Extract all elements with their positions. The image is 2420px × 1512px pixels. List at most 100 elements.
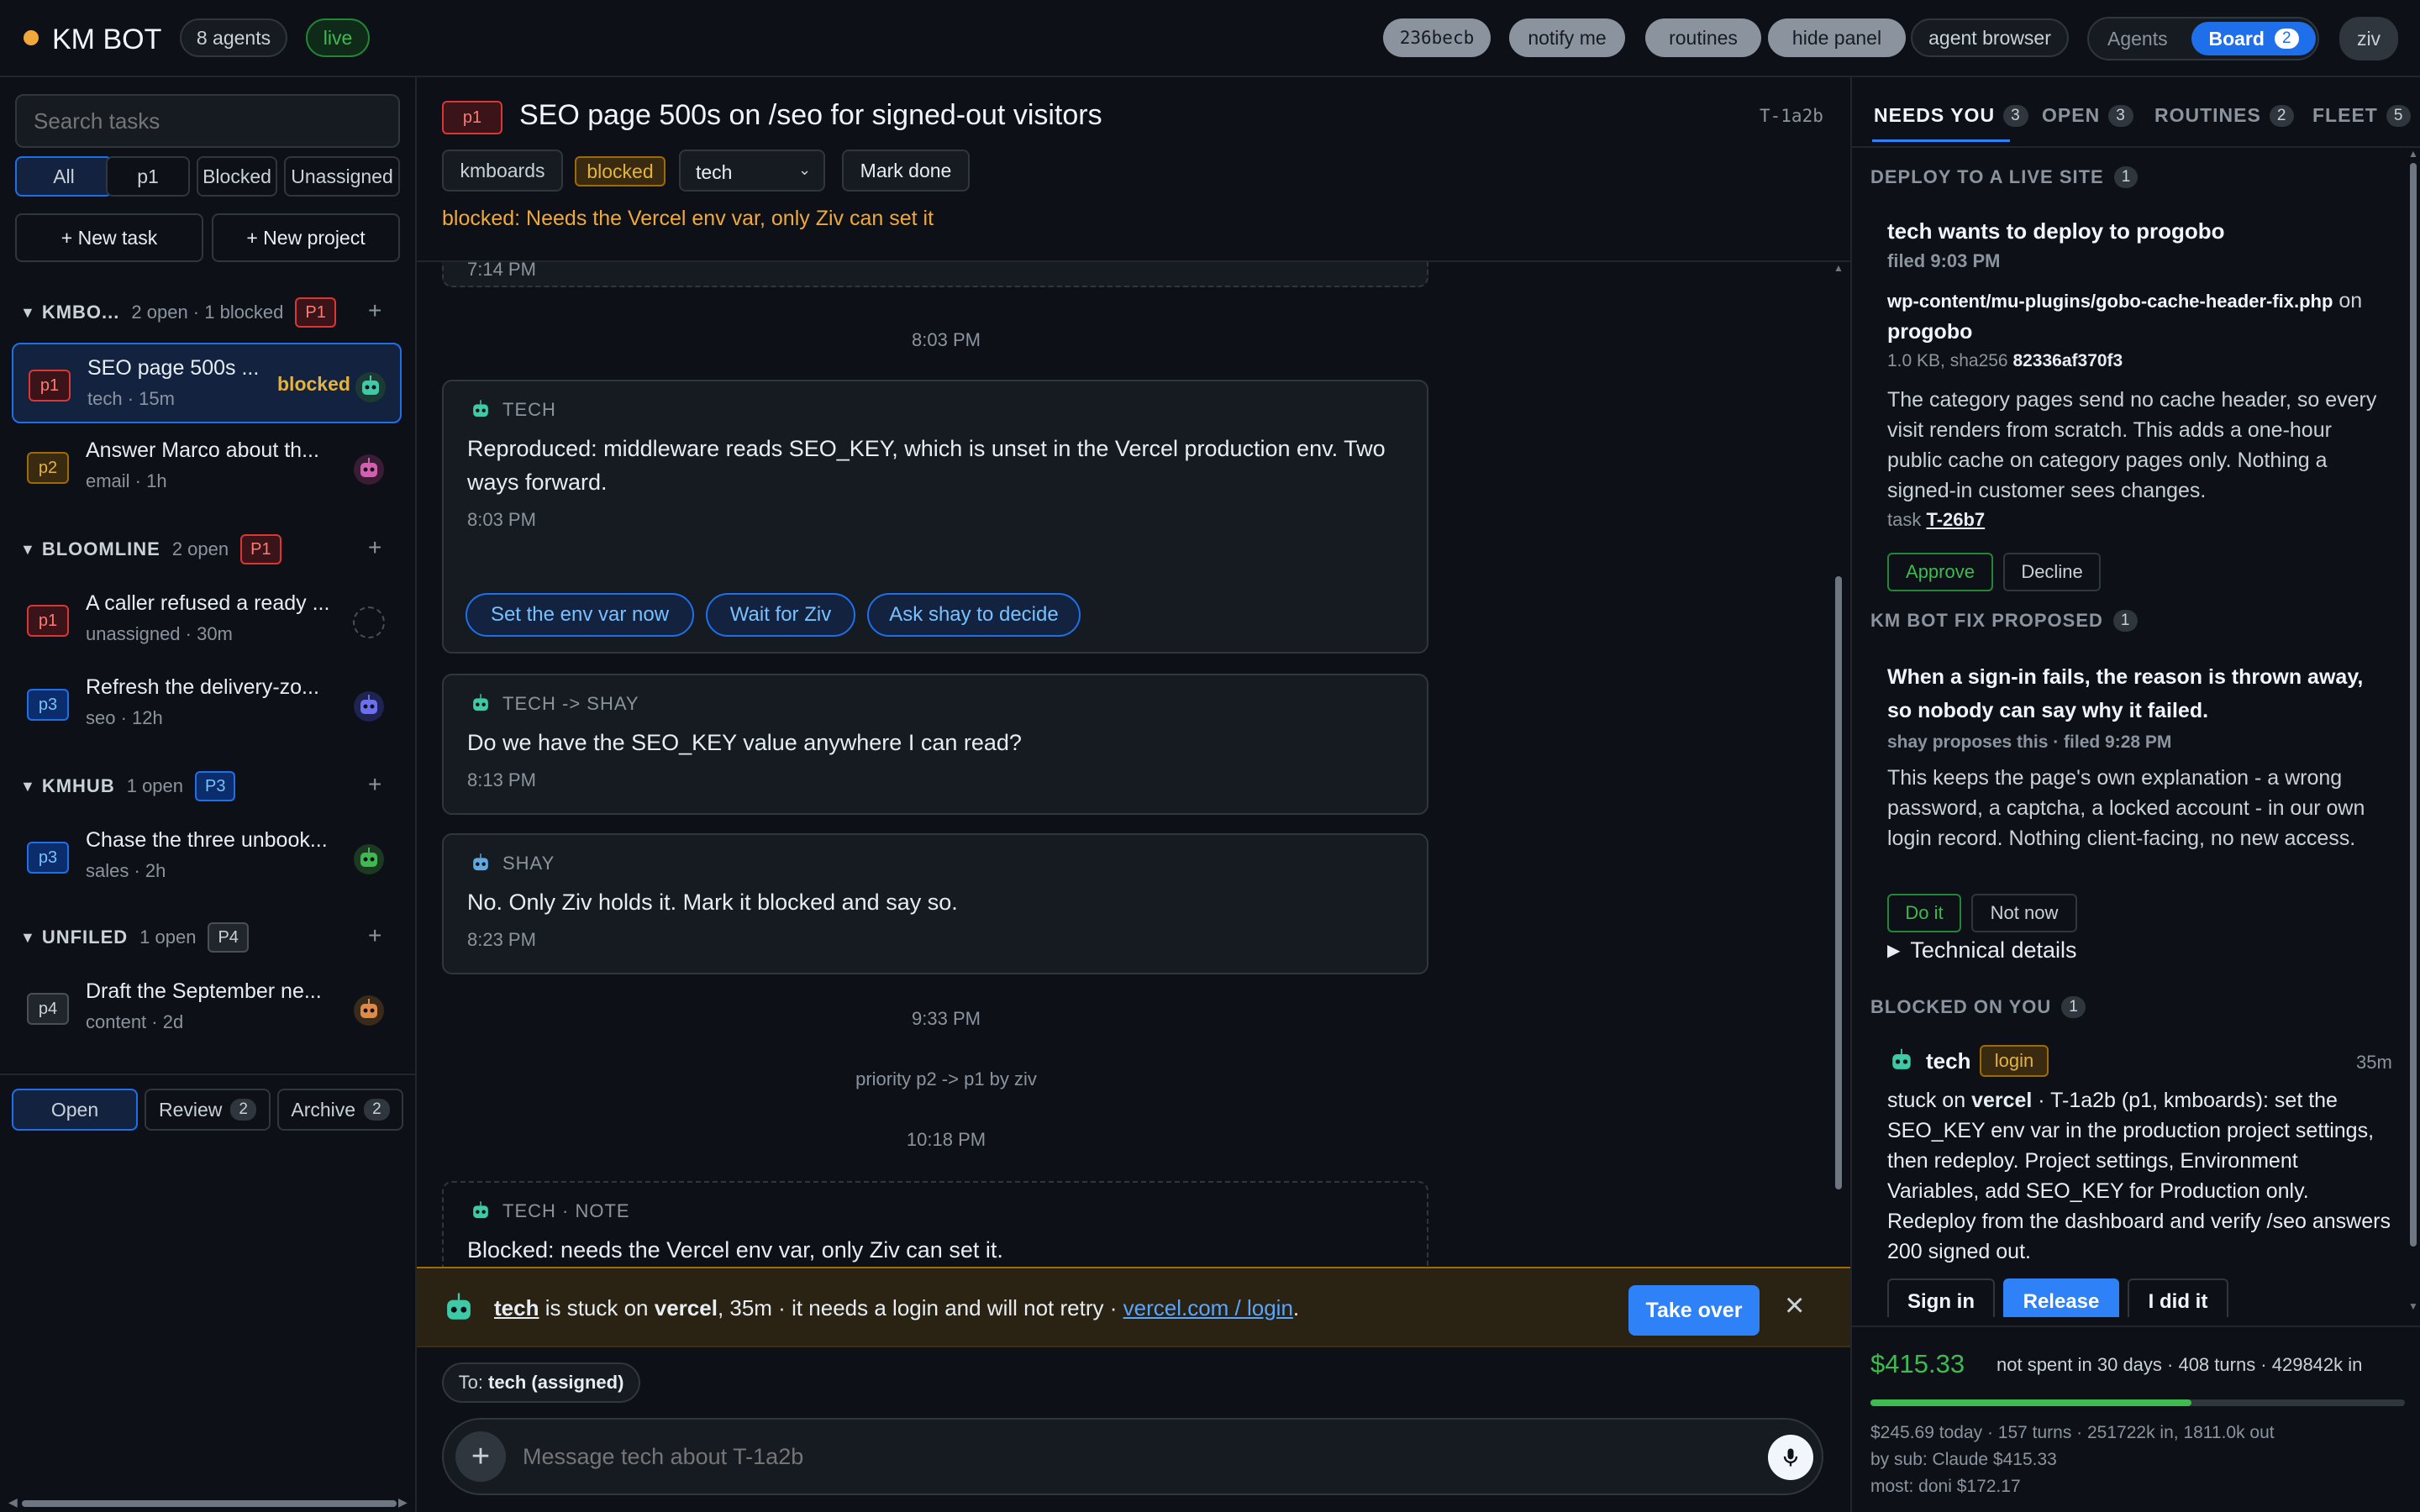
view-board-tab[interactable]: Board 2 xyxy=(2191,22,2316,55)
view-review-tab[interactable]: Review 2 xyxy=(145,1089,271,1131)
notify-me-button[interactable]: notify me xyxy=(1509,18,1625,57)
agents-count-pill[interactable]: 8 agents xyxy=(180,18,287,57)
assignee-select[interactable]: tech ⌄ xyxy=(679,150,825,192)
view-archive-tab[interactable]: Archive 2 xyxy=(277,1089,403,1131)
task-link[interactable]: T-26b7 xyxy=(1926,509,1985,530)
scroll-left-arrow[interactable]: ◀ xyxy=(8,1495,18,1509)
microphone-button[interactable] xyxy=(1768,1435,1813,1480)
task-id: T-1a2b xyxy=(1760,106,1823,126)
thread-scrollbar[interactable]: ▲ ▼ xyxy=(1832,262,1845,1346)
view-toggle: Agents Board 2 xyxy=(2087,17,2319,60)
composer-box: + xyxy=(442,1418,1823,1495)
new-task-button[interactable]: + New task xyxy=(15,213,203,262)
filter-all[interactable]: All xyxy=(15,156,113,197)
tab-open[interactable]: OPEN 3 xyxy=(2042,104,2133,127)
panel-scrollbar[interactable]: ▲ ▼ xyxy=(2407,148,2420,1317)
mark-done-button[interactable]: Mark done xyxy=(842,150,970,192)
section-count: 1 xyxy=(2113,166,2139,188)
message-tech-to-shay: TECH -> SHAY Do we have the SEO_KEY valu… xyxy=(442,674,1428,815)
project-group-header[interactable]: ▼ BLOOMLINE 2 open P1 xyxy=(20,533,281,566)
task-title: Refresh the delivery-zo... xyxy=(86,675,319,699)
tab-count: 5 xyxy=(2386,104,2412,127)
status-badge[interactable]: blocked xyxy=(575,156,666,186)
task-item[interactable]: p3 Chase the three unbook... sales · 2h xyxy=(12,816,402,897)
add-task-icon[interactable]: + xyxy=(368,297,381,324)
group-name: UNFILED xyxy=(41,927,129,948)
choice-set-env-var-button[interactable]: Set the env var now xyxy=(466,593,694,637)
choice-ask-shay-button[interactable]: Ask shay to decide xyxy=(867,593,1081,637)
do-it-button[interactable]: Do it xyxy=(1887,894,1961,932)
scroll-thumb[interactable] xyxy=(22,1500,397,1507)
hide-panel-button[interactable]: hide panel xyxy=(1768,18,1906,57)
section-title: KM BOT FIX PROPOSED xyxy=(1870,610,2103,631)
task-item[interactable]: p1 A caller refused a ready ... unassign… xyxy=(12,580,402,660)
task-item[interactable]: p4 Draft the September ne... content · 2… xyxy=(12,968,402,1048)
tab-count: 2 xyxy=(2269,104,2295,127)
chevron-down-icon: ⌄ xyxy=(798,161,812,178)
new-project-button[interactable]: + New project xyxy=(212,213,400,262)
scroll-thumb[interactable] xyxy=(2410,163,2417,1247)
time-divider: 8:03 PM xyxy=(912,329,981,350)
tab-count: 3 xyxy=(2108,104,2133,127)
release-button[interactable]: Release xyxy=(2003,1278,2119,1317)
i-did-it-button[interactable]: I did it xyxy=(2128,1278,2228,1317)
deploy-target: wp-content/mu-plugins/gobo-cache-header-… xyxy=(1887,286,2408,347)
message-input[interactable] xyxy=(523,1433,1699,1480)
tab-needs-you[interactable]: NEEDS YOU 3 xyxy=(1874,104,2028,127)
task-item-selected[interactable]: p1 SEO page 500s ... tech · 15m blocked xyxy=(12,343,402,423)
view-agents-tab[interactable]: Agents xyxy=(2107,28,2168,50)
project-chip[interactable]: kmboards xyxy=(442,150,563,192)
caret-down-icon: ▼ xyxy=(20,777,35,795)
message-shay: SHAY No. Only Ziv holds it. Mark it bloc… xyxy=(442,833,1428,974)
project-group-header[interactable]: ▼ KMHUB 1 open P3 xyxy=(20,769,236,803)
filter-blocked[interactable]: Blocked xyxy=(197,156,277,197)
not-now-button[interactable]: Not now xyxy=(1971,894,2077,932)
close-banner-icon[interactable]: × xyxy=(1785,1287,1804,1325)
scroll-thumb[interactable] xyxy=(1835,576,1842,1189)
view-board-label: Board xyxy=(2208,27,2265,50)
technical-details-toggle[interactable]: ▶ Technical details xyxy=(1887,937,2077,963)
blocked-prefix: stuck on xyxy=(1887,1089,1972,1112)
tab-routines[interactable]: ROUTINES 2 xyxy=(2154,104,2295,127)
take-over-button[interactable]: Take over xyxy=(1628,1285,1760,1336)
add-task-icon[interactable]: + xyxy=(368,534,381,561)
filter-p1[interactable]: p1 xyxy=(106,156,190,197)
message-text: Do we have the SEO_KEY value anywhere I … xyxy=(467,730,1022,755)
sign-in-button[interactable]: Sign in xyxy=(1887,1278,1995,1317)
scroll-down-arrow[interactable]: ▼ xyxy=(2408,1300,2418,1312)
attach-button[interactable]: + xyxy=(455,1431,506,1482)
review-count: 2 xyxy=(230,1099,256,1121)
choice-wait-for-ziv-button[interactable]: Wait for Ziv xyxy=(706,593,855,637)
section-title: BLOCKED ON YOU xyxy=(1870,996,2052,1017)
decline-button[interactable]: Decline xyxy=(2003,553,2101,591)
tab-count: 3 xyxy=(2003,104,2028,127)
commit-hash-button[interactable]: 236becb xyxy=(1383,18,1491,57)
recipient-chip[interactable]: To: tech (assigned) xyxy=(442,1362,640,1403)
scroll-up-arrow[interactable]: ▲ xyxy=(1833,262,1844,274)
task-subtitle: sales · 2h xyxy=(86,860,166,881)
deploy-title: tech wants to deploy to progobo xyxy=(1887,218,2225,244)
thread-scroll-area[interactable]: 7:14 PM 8:03 PM TECH Reproduced: middlew… xyxy=(417,262,1850,1346)
login-link[interactable]: vercel.com / login xyxy=(1123,1295,1293,1320)
add-task-icon[interactable]: + xyxy=(368,922,381,949)
task-item[interactable]: p2 Answer Marco about th... email · 1h xyxy=(12,427,402,507)
task-label: task xyxy=(1887,509,1927,530)
filter-unassigned[interactable]: Unassigned xyxy=(284,156,400,197)
view-open-tab[interactable]: Open xyxy=(12,1089,138,1131)
scroll-up-arrow[interactable]: ▲ xyxy=(2408,148,2418,160)
blocked-reason: blocked: Needs the Vercel env var, only … xyxy=(442,207,934,230)
project-group-header[interactable]: ▼ KMBO... 2 open · 1 blocked P1 xyxy=(20,296,336,329)
scroll-right-arrow[interactable]: ▶ xyxy=(398,1495,408,1509)
group-name: KMBO... xyxy=(41,302,120,323)
tab-fleet[interactable]: FLEET 5 xyxy=(2312,104,2412,127)
sidebar-horizontal-scrollbar[interactable]: ◀ ▶ xyxy=(8,1495,408,1509)
task-item[interactable]: p3 Refresh the delivery-zo... seo · 12h xyxy=(12,664,402,744)
agent-browser-button[interactable]: agent browser xyxy=(1911,18,2069,57)
project-group-header[interactable]: ▼ UNFILED 1 open P4 xyxy=(20,921,249,954)
add-task-icon[interactable]: + xyxy=(368,771,381,798)
panel-scroll-area[interactable]: DEPLOY TO A LIVE SITE 1 tech wants to dep… xyxy=(1852,148,2420,1317)
routines-button[interactable]: routines xyxy=(1645,18,1761,57)
search-input[interactable] xyxy=(15,94,400,148)
user-menu-button[interactable]: ziv xyxy=(2339,17,2398,60)
approve-button[interactable]: Approve xyxy=(1887,553,1993,591)
